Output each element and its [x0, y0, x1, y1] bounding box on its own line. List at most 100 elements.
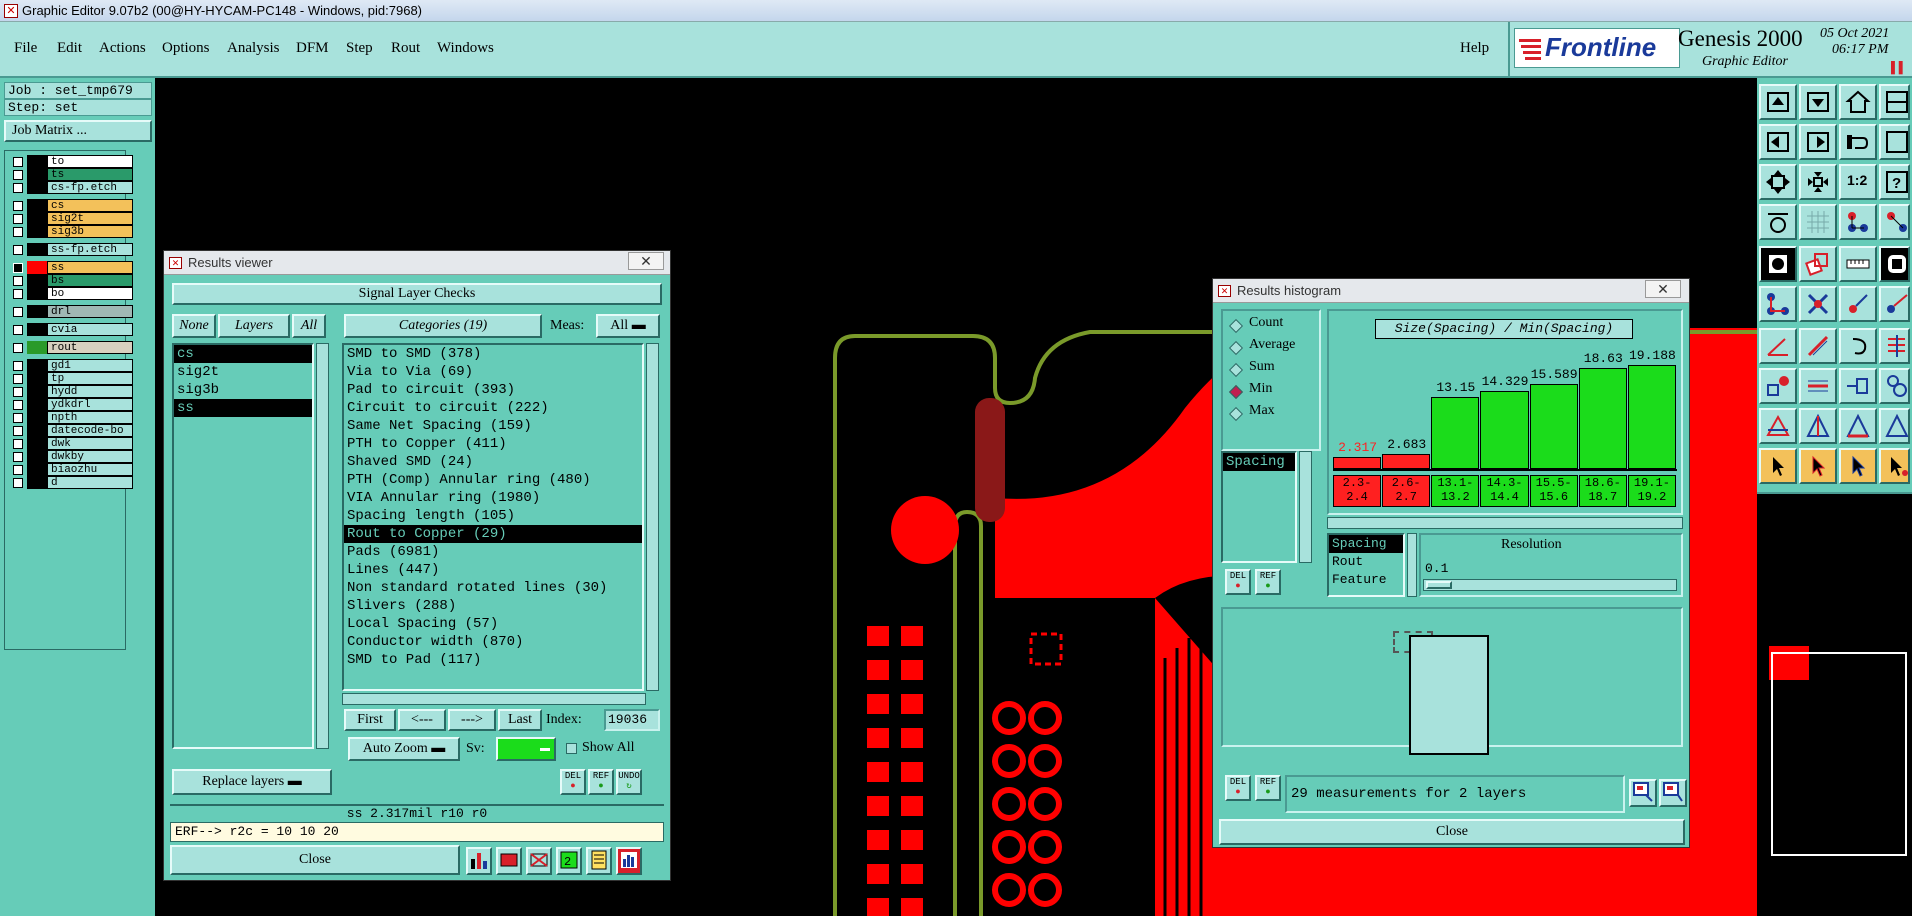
category-hscrollbar[interactable] [342, 693, 646, 705]
mode-radio-count[interactable] [1228, 318, 1244, 334]
layer-row-sig3b[interactable]: sig3b [11, 225, 133, 238]
menu-dfm[interactable]: DFM [296, 40, 329, 57]
layer-name[interactable]: bs [47, 274, 133, 287]
category-item[interactable]: PTH to Copper (411) [344, 435, 642, 453]
index-input[interactable]: 19036 [604, 709, 660, 731]
bin-range-label[interactable]: 2.3- 2.4 [1333, 475, 1382, 507]
layer-checkbox[interactable] [13, 157, 23, 167]
layer-row-sig2t[interactable]: sig2t [11, 212, 133, 225]
bin-range-label[interactable]: 14.3- 14.4 [1480, 475, 1529, 507]
bin-range-label[interactable]: 18.6- 18.7 [1578, 475, 1627, 507]
layer-checkbox[interactable] [13, 183, 23, 193]
category-item[interactable]: Local Spacing (57) [344, 615, 642, 633]
layer-checkbox[interactable] [13, 343, 23, 353]
layer-row-drl[interactable]: drl [11, 305, 133, 318]
layer-checkbox[interactable] [13, 426, 23, 436]
chart-icon-button-1[interactable] [466, 847, 492, 875]
layer-color-swatch[interactable] [27, 225, 47, 238]
layer-checkbox[interactable] [13, 289, 23, 299]
tool-slot-button[interactable] [1799, 368, 1837, 404]
layer-row-ydkdrl[interactable]: ydkdrl [11, 398, 133, 411]
mode-radio-average[interactable] [1228, 340, 1244, 356]
layer-name[interactable]: biaozhu [47, 463, 133, 476]
mode-radio-min[interactable] [1228, 384, 1244, 400]
layer-checkbox[interactable] [13, 452, 23, 462]
category-list[interactable]: SMD to SMD (378) Via to Via (69) Pad to ci… [342, 343, 644, 691]
tool-triangle4-button[interactable] [1879, 408, 1910, 444]
layer-color-swatch[interactable] [27, 437, 47, 450]
layer-name[interactable]: bo [47, 287, 133, 300]
layer-row-cvia[interactable]: cvia [11, 323, 133, 336]
layer-row-d[interactable]: d [11, 476, 133, 489]
show-all-checkbox[interactable] [566, 743, 577, 754]
category-item[interactable]: Slivers (288) [344, 597, 642, 615]
layer-checkbox[interactable] [13, 245, 23, 255]
last-button[interactable]: Last [498, 709, 542, 731]
tool-home-button[interactable] [1759, 84, 1797, 120]
category-item[interactable]: Same Net Spacing (159) [344, 417, 642, 435]
layer-name[interactable]: dwk [47, 437, 133, 450]
layer-checkbox[interactable] [13, 439, 23, 449]
layer-name[interactable]: npth [47, 411, 133, 424]
ref-icon-button[interactable]: REF ● [588, 769, 614, 795]
histogram-del-button[interactable]: DEL ● [1225, 569, 1251, 595]
histogram-close-button[interactable]: Close [1219, 819, 1685, 845]
layer-row-ss-fp.etch[interactable]: ss-fp.etch [11, 243, 133, 256]
menu-file[interactable]: File [14, 40, 37, 57]
layer-checkbox[interactable] [13, 361, 23, 371]
result-layer-item[interactable]: sig3b [174, 381, 312, 399]
tool-arc-button[interactable] [1839, 328, 1877, 364]
attribute-list-scrollbar[interactable] [1299, 451, 1312, 563]
layer-checkbox[interactable] [13, 307, 23, 317]
histogram-bar[interactable] [1382, 454, 1431, 469]
tool-fill-button[interactable] [1879, 328, 1910, 364]
layer-name[interactable]: gd1 [47, 359, 133, 372]
job-matrix-button[interactable]: Job Matrix ... [4, 120, 152, 142]
layer-color-swatch[interactable] [27, 372, 47, 385]
layer-checkbox[interactable] [13, 413, 23, 423]
layer-color-swatch[interactable] [27, 359, 47, 372]
categories-button[interactable]: Categories (19) [344, 314, 542, 338]
category-item[interactable]: Spacing length (105) [344, 507, 642, 525]
menu-edit[interactable]: Edit [57, 40, 82, 57]
mode-radio-max[interactable] [1228, 406, 1244, 422]
tool-left-button[interactable] [1759, 124, 1797, 160]
tool-shapes-button[interactable] [1879, 368, 1910, 404]
layer-name[interactable]: cs [47, 199, 133, 212]
layer-checkbox[interactable] [13, 227, 23, 237]
replace-layers-dropdown[interactable]: Replace layers ▬ [172, 769, 332, 795]
category-item[interactable]: Circuit to circuit (222) [344, 399, 642, 417]
chart-icon-button-5[interactable] [586, 847, 612, 875]
layer-checkbox[interactable] [13, 201, 23, 211]
menu-options[interactable]: Options [162, 40, 210, 57]
histogram-bar[interactable] [1627, 365, 1676, 469]
layer-checkbox[interactable] [13, 170, 23, 180]
attribute-list[interactable]: Spacing [1221, 451, 1297, 563]
layer-checkbox[interactable] [13, 387, 23, 397]
layer-color-swatch[interactable] [27, 274, 47, 287]
histogram-bar[interactable] [1578, 368, 1627, 469]
layer-name[interactable]: datecode-bo [47, 424, 133, 437]
layer-name[interactable]: dwkby [47, 450, 133, 463]
prev-button[interactable]: <--- [398, 709, 446, 731]
tool-window-button[interactable] [1879, 84, 1910, 120]
category-item[interactable]: SMD to SMD (378) [344, 345, 642, 363]
layer-row-rout[interactable]: rout [11, 341, 133, 354]
layer-color-swatch[interactable] [27, 323, 47, 336]
results-viewer-close-button[interactable]: Close [170, 845, 460, 875]
bin-range-label[interactable]: 15.5- 15.6 [1529, 475, 1578, 507]
attribute-type-item[interactable]: Spacing [1329, 535, 1403, 553]
layer-row-datecode-bo[interactable]: datecode-bo [11, 424, 133, 437]
layer-name[interactable]: ydkdrl [47, 398, 133, 411]
all-button[interactable]: All [292, 314, 326, 338]
layer-row-ss[interactable]: ss [11, 261, 133, 274]
tool-line-button[interactable] [1799, 328, 1837, 364]
layer-row-dwk[interactable]: dwk [11, 437, 133, 450]
layer-color-swatch[interactable] [27, 155, 47, 168]
meas-dropdown[interactable]: All ▬ [596, 314, 660, 338]
layer-checkbox[interactable] [13, 478, 23, 488]
layer-color-swatch[interactable] [27, 463, 47, 476]
chart-icon-button-4[interactable]: 2 [556, 847, 582, 875]
tool-feature-button[interactable] [1759, 246, 1797, 282]
tool-grid-button[interactable] [1799, 204, 1837, 240]
